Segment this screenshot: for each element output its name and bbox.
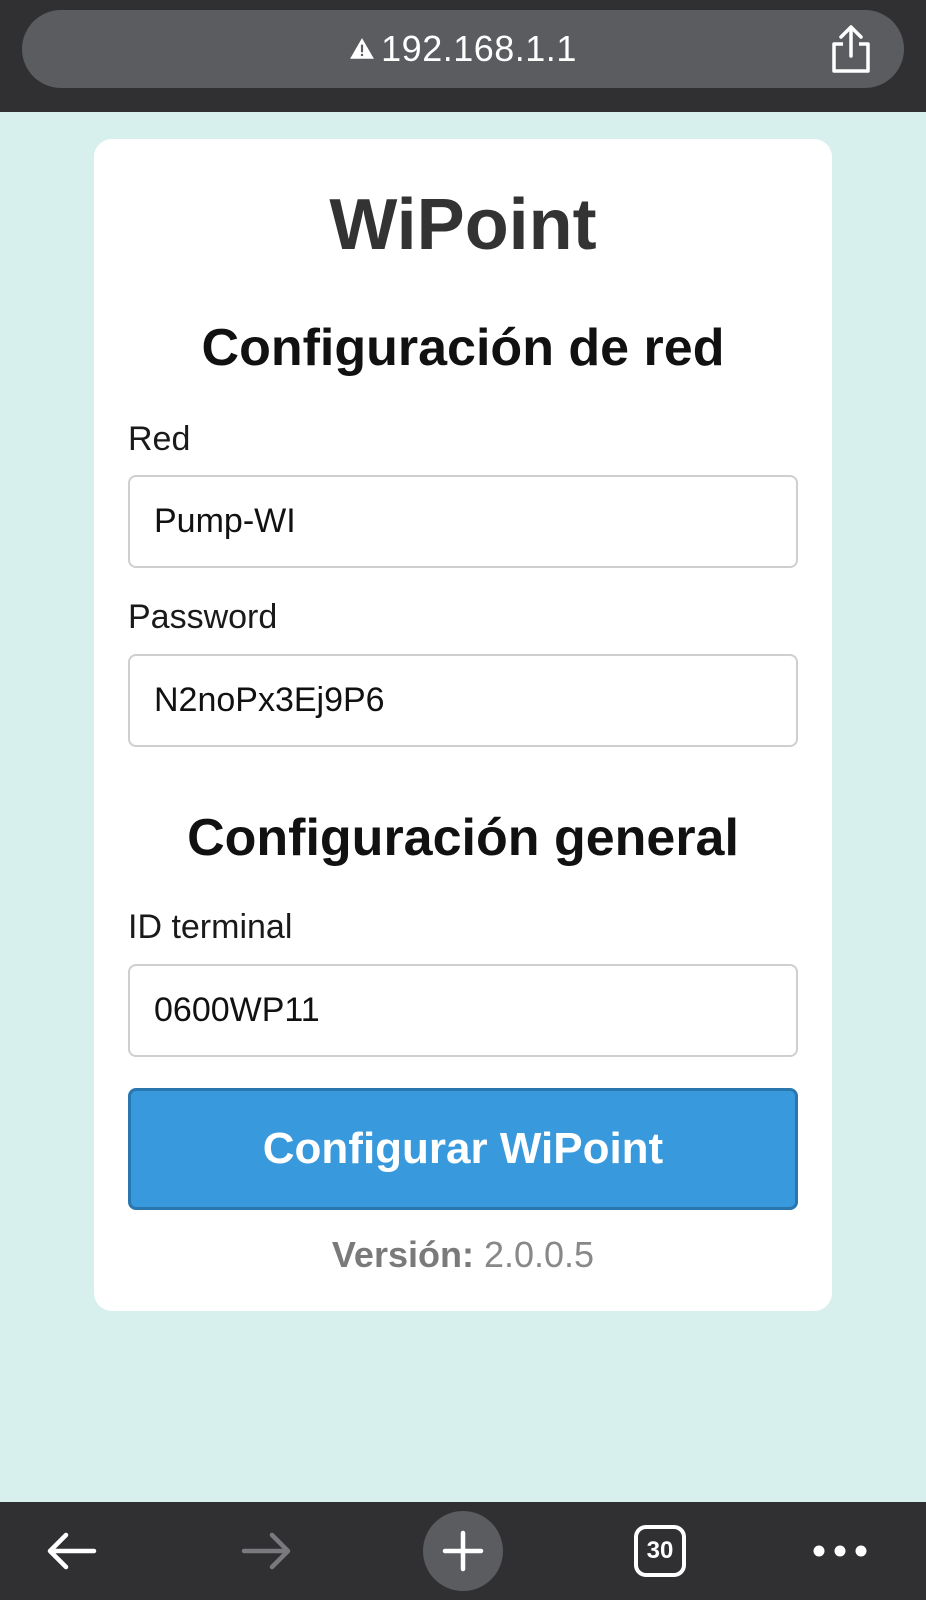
version-label: Versión: bbox=[331, 1234, 474, 1275]
configure-button[interactable]: Configurar WiPoint bbox=[128, 1088, 798, 1210]
plus-circle bbox=[423, 1511, 503, 1591]
browser-bottom-toolbar: 30 bbox=[0, 1502, 926, 1600]
address-bar[interactable]: 192.168.1.1 bbox=[22, 10, 904, 88]
url-text: 192.168.1.1 bbox=[381, 28, 577, 69]
warning-triangle-icon bbox=[350, 38, 375, 59]
back-button[interactable] bbox=[30, 1502, 112, 1600]
terminal-id-input[interactable] bbox=[128, 964, 798, 1057]
version-value: 2.0.0.5 bbox=[483, 1234, 595, 1275]
share-icon[interactable] bbox=[828, 24, 874, 74]
ellipsis-icon bbox=[813, 1545, 867, 1557]
general-section-heading: Configuración general bbox=[187, 809, 739, 867]
forward-button[interactable] bbox=[226, 1502, 308, 1600]
more-button[interactable] bbox=[808, 1502, 872, 1600]
network-section-heading: Configuración de red bbox=[201, 319, 725, 377]
page-title: WiPoint bbox=[329, 185, 597, 265]
tab-count-badge: 30 bbox=[634, 1525, 686, 1577]
password-label: Password bbox=[128, 598, 278, 636]
plus-icon bbox=[442, 1530, 484, 1572]
network-label: Red bbox=[128, 420, 191, 458]
terminal-id-label: ID terminal bbox=[128, 908, 293, 946]
new-tab-button[interactable] bbox=[423, 1502, 503, 1600]
password-input[interactable] bbox=[128, 654, 798, 747]
arrow-left-icon bbox=[47, 1532, 97, 1570]
tabs-button[interactable]: 30 bbox=[630, 1502, 690, 1600]
version-info: Versión: 2.0.0.5 bbox=[0, 1234, 926, 1276]
url-display[interactable]: 192.168.1.1 bbox=[22, 10, 904, 88]
network-input[interactable] bbox=[128, 475, 798, 568]
browser-top-bar: 192.168.1.1 bbox=[0, 0, 926, 112]
arrow-right-icon bbox=[241, 1532, 291, 1570]
